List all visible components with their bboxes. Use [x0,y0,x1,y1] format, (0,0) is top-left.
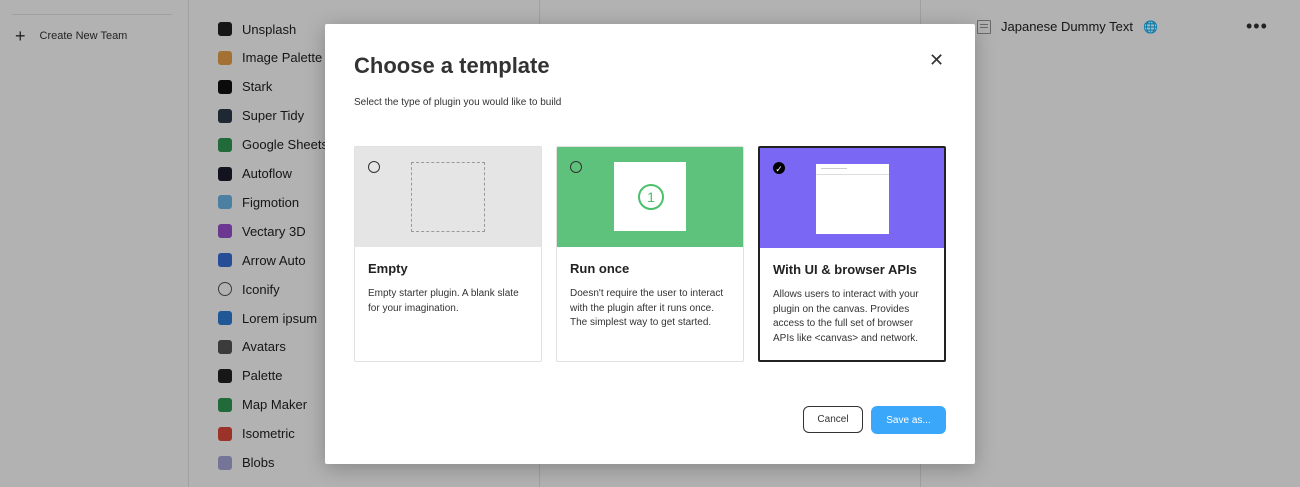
radio-empty[interactable] [368,161,380,173]
template-card-empty[interactable]: Empty Empty starter plugin. A blank slat… [354,146,542,362]
window-header-bar [816,174,889,175]
card-title: Empty [368,261,408,276]
template-card-run-once[interactable]: 1 Run once Doesn't require the user to i… [556,146,744,362]
empty-placeholder-icon [411,162,485,232]
dialog-subtitle: Select the type of plugin you would like… [354,97,562,108]
card-description: Allows users to interact with your plugi… [773,289,919,344]
radio-with-ui[interactable]: ✓ [773,162,785,174]
run-once-number-icon: 1 [638,184,664,210]
radio-run-once[interactable] [570,161,582,173]
card-thumbnail [760,148,944,248]
close-icon[interactable]: ✕ [929,50,944,71]
cancel-button[interactable]: Cancel [803,406,863,433]
card-title: Run once [570,261,630,276]
ui-window-illustration [816,164,889,234]
card-description: Empty starter plugin. A blank slate for … [368,288,519,314]
run-once-illustration: 1 [614,162,686,231]
card-title: With UI & browser APIs [773,262,917,277]
card-description: Doesn't require the user to interact wit… [570,288,724,328]
card-thumbnail: 1 [557,147,743,247]
card-thumbnail [355,147,541,247]
check-icon: ✓ [775,164,783,174]
dialog-title: Choose a template [354,53,550,78]
save-as-button[interactable]: Save as... [871,406,946,434]
choose-template-dialog: Choose a template Select the type of plu… [325,24,975,464]
template-card-with-ui[interactable]: ✓ With UI & browser APIs Allows users to… [758,146,946,362]
window-title-line [821,168,847,169]
